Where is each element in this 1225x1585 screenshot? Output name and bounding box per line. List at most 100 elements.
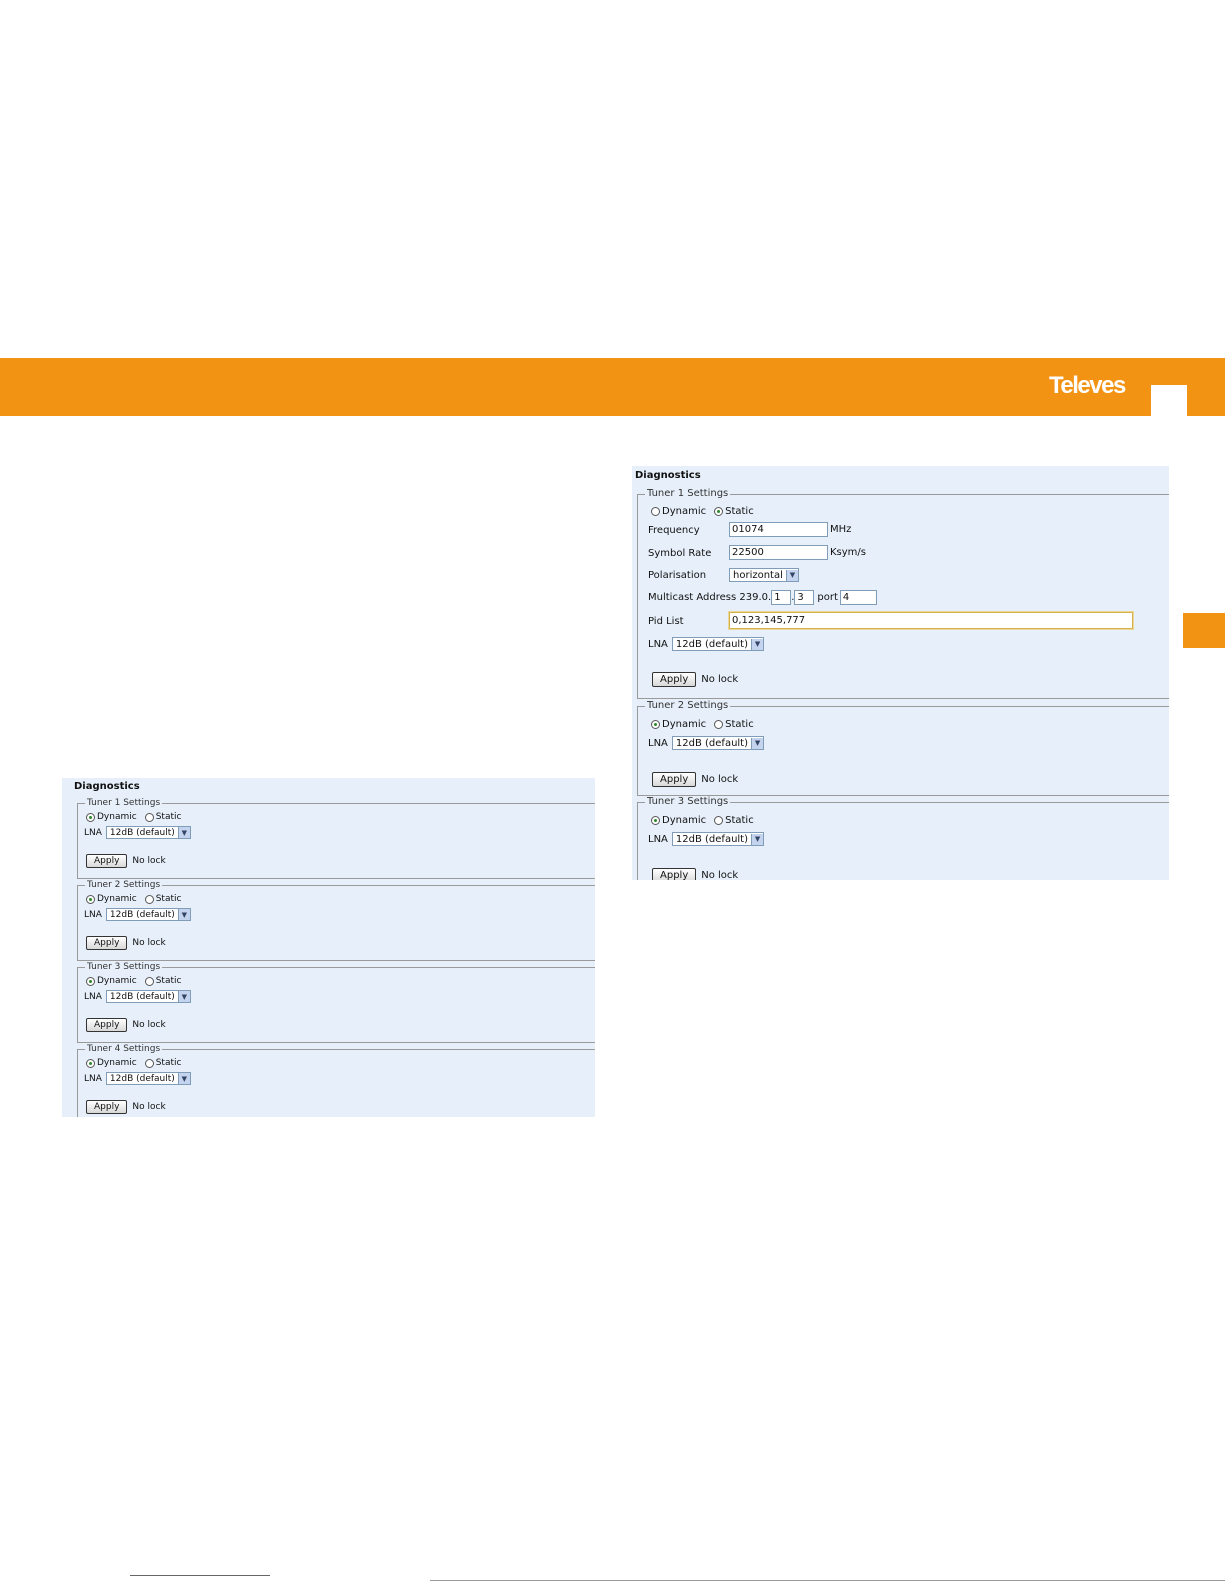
radio-unselected-icon[interactable] <box>714 816 724 825</box>
tuner-1-fieldset: Tuner 1 Settings Dynamic Static LNA 12dB… <box>77 797 595 879</box>
dropdown-arrow-icon[interactable]: ▼ <box>751 737 764 749</box>
radio-selected-icon[interactable] <box>86 812 95 822</box>
polarisation-row: horizontal ▼ <box>725 568 799 582</box>
dropdown-arrow-icon[interactable]: ▼ <box>751 638 764 650</box>
radio-unselected-icon[interactable] <box>144 894 154 904</box>
polarisation-select[interactable]: horizontal ▼ <box>729 568 799 582</box>
mode-dynamic-label: Dynamic <box>662 719 707 730</box>
page-number-box <box>1151 385 1187 416</box>
radio-selected-icon[interactable] <box>714 507 724 516</box>
radio-selected-icon[interactable] <box>86 894 95 904</box>
lna-select-value: 12dB (default) <box>675 737 749 749</box>
radio-unselected-icon[interactable] <box>144 976 154 986</box>
panel-title: Diagnostics <box>74 781 140 792</box>
mode-static-label: Static <box>155 812 182 822</box>
radio-unselected-icon[interactable] <box>714 720 724 729</box>
lna-select-value: 12dB (default) <box>675 638 749 650</box>
tuner-3-fieldset: Tuner 3 Settings Dynamic Static LNA 12dB… <box>77 961 595 1043</box>
dropdown-arrow-icon[interactable]: ▼ <box>177 827 190 838</box>
lna-select[interactable]: 12dB (default) ▼ <box>105 908 191 921</box>
mode-static-label: Static <box>725 506 754 517</box>
tuner-3-fieldset: Tuner 3 Settings Dynamic Static LNA 12dB… <box>637 796 1169 880</box>
mode-static-label: Static <box>155 1058 182 1068</box>
dropdown-arrow-icon[interactable]: ▼ <box>177 1073 190 1084</box>
tuner-2-apply-row: Apply No lock <box>652 772 738 787</box>
lna-select[interactable]: 12dB (default) ▼ <box>671 736 765 750</box>
section-side-tab <box>1183 613 1225 648</box>
tuner-2-mode-row: Dynamic Static <box>86 894 181 904</box>
tuner-3-mode-row: Dynamic Static <box>651 815 754 826</box>
tuner-2-lna-row: LNA 12dB (default) ▼ <box>648 736 765 750</box>
symbol-rate-input[interactable]: 22500 <box>729 545 828 560</box>
dropdown-arrow-icon[interactable]: ▼ <box>785 569 798 581</box>
mode-dynamic-label: Dynamic <box>97 976 137 986</box>
polarisation-select-value: horizontal <box>733 569 783 581</box>
header-banner <box>0 358 1225 416</box>
radio-selected-icon[interactable] <box>86 976 95 986</box>
dropdown-arrow-icon[interactable]: ▼ <box>177 909 190 920</box>
lna-label: LNA <box>84 909 102 920</box>
lna-select-value: 12dB (default) <box>109 1073 175 1084</box>
radio-selected-icon[interactable] <box>651 816 660 825</box>
multicast-octet4-input[interactable]: 3 <box>794 590 815 605</box>
lock-status: No lock <box>701 774 739 785</box>
multicast-octet3-input[interactable]: 1 <box>771 590 792 605</box>
frequency-unit: MHz <box>830 524 852 535</box>
lna-select[interactable]: 12dB (default) ▼ <box>671 637 765 651</box>
tuner-2-fieldset: Tuner 2 Settings Dynamic Static LNA 12dB… <box>77 879 595 961</box>
tuner-1-apply-row: Apply No lock <box>86 854 166 868</box>
radio-unselected-icon[interactable] <box>144 1058 154 1068</box>
lock-status: No lock <box>132 1020 166 1030</box>
frequency-input[interactable]: 01074 <box>729 522 828 537</box>
mode-static-label: Static <box>725 815 754 826</box>
tuner-1-legend: Tuner 1 Settings <box>85 797 163 809</box>
mode-static-label: Static <box>155 976 182 986</box>
pid-list-row: 0,123,145,777 <box>729 612 1133 629</box>
pid-list-input[interactable]: 0,123,145,777 <box>729 612 1133 629</box>
dropdown-arrow-icon[interactable]: ▼ <box>751 833 764 845</box>
symbol-rate-unit: Ksym/s <box>830 547 867 558</box>
tuner-3-apply-row: Apply No lock <box>652 868 738 880</box>
apply-button[interactable]: Apply <box>652 672 697 687</box>
radio-selected-icon[interactable] <box>651 720 660 729</box>
lna-select[interactable]: 12dB (default) ▼ <box>105 826 191 839</box>
radio-unselected-icon[interactable] <box>651 507 660 516</box>
pid-list-label: Pid List <box>648 616 684 627</box>
tuner-1-mode-row: Dynamic Static <box>651 506 754 517</box>
apply-button[interactable]: Apply <box>86 854 128 868</box>
apply-button[interactable]: Apply <box>652 868 697 880</box>
tuner-2-mode-row: Dynamic Static <box>651 719 754 730</box>
lna-label: LNA <box>648 638 668 650</box>
symbol-rate-row: 22500 Ksym/s <box>729 545 866 560</box>
tuner-3-mode-row: Dynamic Static <box>86 976 181 986</box>
right-diagnostics-screenshot: Diagnostics Tuner 1 Settings Dynamic Sta… <box>632 466 1169 880</box>
tuner-2-legend: Tuner 2 Settings <box>645 700 731 712</box>
lna-select-value: 12dB (default) <box>109 991 175 1002</box>
radio-unselected-icon[interactable] <box>144 812 154 822</box>
tuner-3-legend: Tuner 3 Settings <box>645 796 731 808</box>
tuner-4-lna-row: LNA 12dB (default) ▼ <box>84 1072 191 1085</box>
radio-selected-icon[interactable] <box>86 1058 95 1068</box>
port-input[interactable]: 4 <box>839 590 877 605</box>
lna-select[interactable]: 12dB (default) ▼ <box>671 832 765 846</box>
tuner-2-apply-row: Apply No lock <box>86 936 166 950</box>
apply-button[interactable]: Apply <box>652 772 697 787</box>
tuner-3-lna-row: LNA 12dB (default) ▼ <box>84 990 191 1003</box>
apply-button[interactable]: Apply <box>86 936 128 950</box>
apply-button[interactable]: Apply <box>86 1018 128 1032</box>
lna-select[interactable]: 12dB (default) ▼ <box>105 990 191 1003</box>
multicast-label: Multicast Address 239.0. <box>648 592 772 603</box>
footer-rule-left <box>130 1575 270 1576</box>
lna-select-value: 12dB (default) <box>109 909 175 920</box>
dropdown-arrow-icon[interactable]: ▼ <box>177 991 190 1002</box>
panel-title: Diagnostics <box>635 470 701 481</box>
lna-select[interactable]: 12dB (default) ▼ <box>105 1072 191 1085</box>
left-diagnostics-screenshot: Diagnostics Tuner 1 Settings Dynamic Sta… <box>62 778 595 1117</box>
lna-label: LNA <box>648 737 668 749</box>
tuner-2-lna-row: LNA 12dB (default) ▼ <box>84 908 191 921</box>
lock-status: No lock <box>132 1102 166 1112</box>
frequency-row: 01074 MHz <box>729 522 851 537</box>
tuner-1-legend: Tuner 1 Settings <box>645 488 731 500</box>
tuner-4-mode-row: Dynamic Static <box>86 1058 181 1068</box>
apply-button[interactable]: Apply <box>86 1100 128 1114</box>
